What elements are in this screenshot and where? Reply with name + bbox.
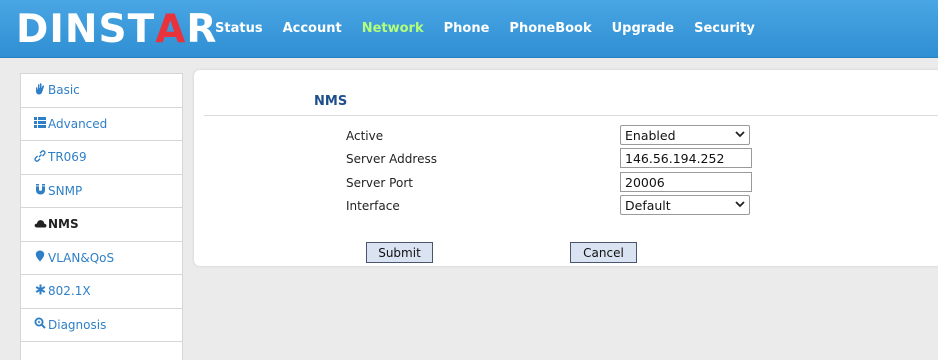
sidebar-item-label: Advanced: [48, 116, 108, 131]
main-nav: Status Account Network Phone PhoneBook U…: [205, 18, 765, 40]
sidebar-item-advanced[interactable]: Advanced: [21, 108, 182, 141]
nav-security[interactable]: Security: [684, 18, 765, 40]
link-icon: [33, 149, 47, 165]
sidebar-item-label: NMS: [48, 217, 79, 232]
sidebar-item-tr069[interactable]: TR069: [21, 141, 182, 175]
nav-upgrade[interactable]: Upgrade: [602, 18, 684, 40]
sidebar-item-label: SNMP: [48, 183, 83, 198]
interface-select-value: Default: [625, 197, 671, 213]
chevron-down-icon: [735, 130, 745, 141]
nav-network[interactable]: Network: [352, 18, 434, 40]
sidebar-item-label: Basic: [48, 83, 80, 98]
sidebar-item-label: VLAN&QoS: [48, 250, 115, 265]
submit-button[interactable]: Submit: [366, 242, 433, 263]
interface-select[interactable]: Default: [620, 195, 750, 215]
active-select[interactable]: Enabled: [620, 125, 750, 145]
magnifier-icon: [33, 317, 47, 332]
sidebar-item-diagnosis[interactable]: Diagnosis: [21, 309, 182, 342]
nav-account[interactable]: Account: [273, 18, 352, 40]
asterisk-icon: [33, 284, 47, 298]
active-select-value: Enabled: [625, 127, 676, 143]
nav-phone[interactable]: Phone: [434, 18, 500, 40]
hand-icon: [33, 83, 47, 98]
sidebar-item-snmp[interactable]: SNMP: [21, 175, 182, 208]
cancel-button[interactable]: Cancel: [570, 242, 637, 263]
dinstar-logo: DINST A R: [16, 6, 218, 52]
active-label: Active: [346, 129, 384, 143]
divider: [204, 115, 938, 116]
nav-phonebook[interactable]: PhoneBook: [499, 18, 601, 40]
server-address-label: Server Address: [346, 152, 437, 166]
section-title: NMS: [314, 94, 348, 109]
cloud-icon: [33, 218, 47, 231]
sidebar-item-label: 802.1X: [48, 284, 91, 299]
server-address-value: 146.56.194.252: [625, 150, 725, 166]
nms-panel: NMS Active Enabled Server Address 146.56…: [194, 70, 938, 266]
top-header: DINST A R Status Account Network Phone Pho…: [0, 0, 938, 58]
sidebar-item-vlan-qos[interactable]: VLAN&QoS: [21, 242, 182, 275]
server-address-input[interactable]: 146.56.194.252: [620, 148, 752, 168]
server-port-label: Server Port: [346, 176, 413, 190]
sidebar-item-8021x[interactable]: 802.1X: [21, 275, 182, 309]
list-icon: [33, 116, 47, 131]
sidebar-item-nms[interactable]: NMS: [21, 208, 182, 242]
server-port-value: 20006: [625, 174, 665, 190]
sidebar-item-label: TR069: [48, 150, 87, 165]
interface-label: Interface: [346, 199, 400, 213]
nav-status[interactable]: Status: [205, 18, 273, 40]
pin-icon: [33, 250, 47, 265]
magnet-icon: [33, 183, 47, 198]
sidebar-item-basic[interactable]: Basic: [21, 74, 182, 108]
sidebar: Basic Advanced TR069 SNMP NMS VLAN&QoS 8…: [20, 73, 183, 360]
chevron-down-icon: [735, 200, 745, 211]
server-port-input[interactable]: 20006: [620, 172, 752, 192]
sidebar-item-label: Diagnosis: [48, 317, 107, 332]
